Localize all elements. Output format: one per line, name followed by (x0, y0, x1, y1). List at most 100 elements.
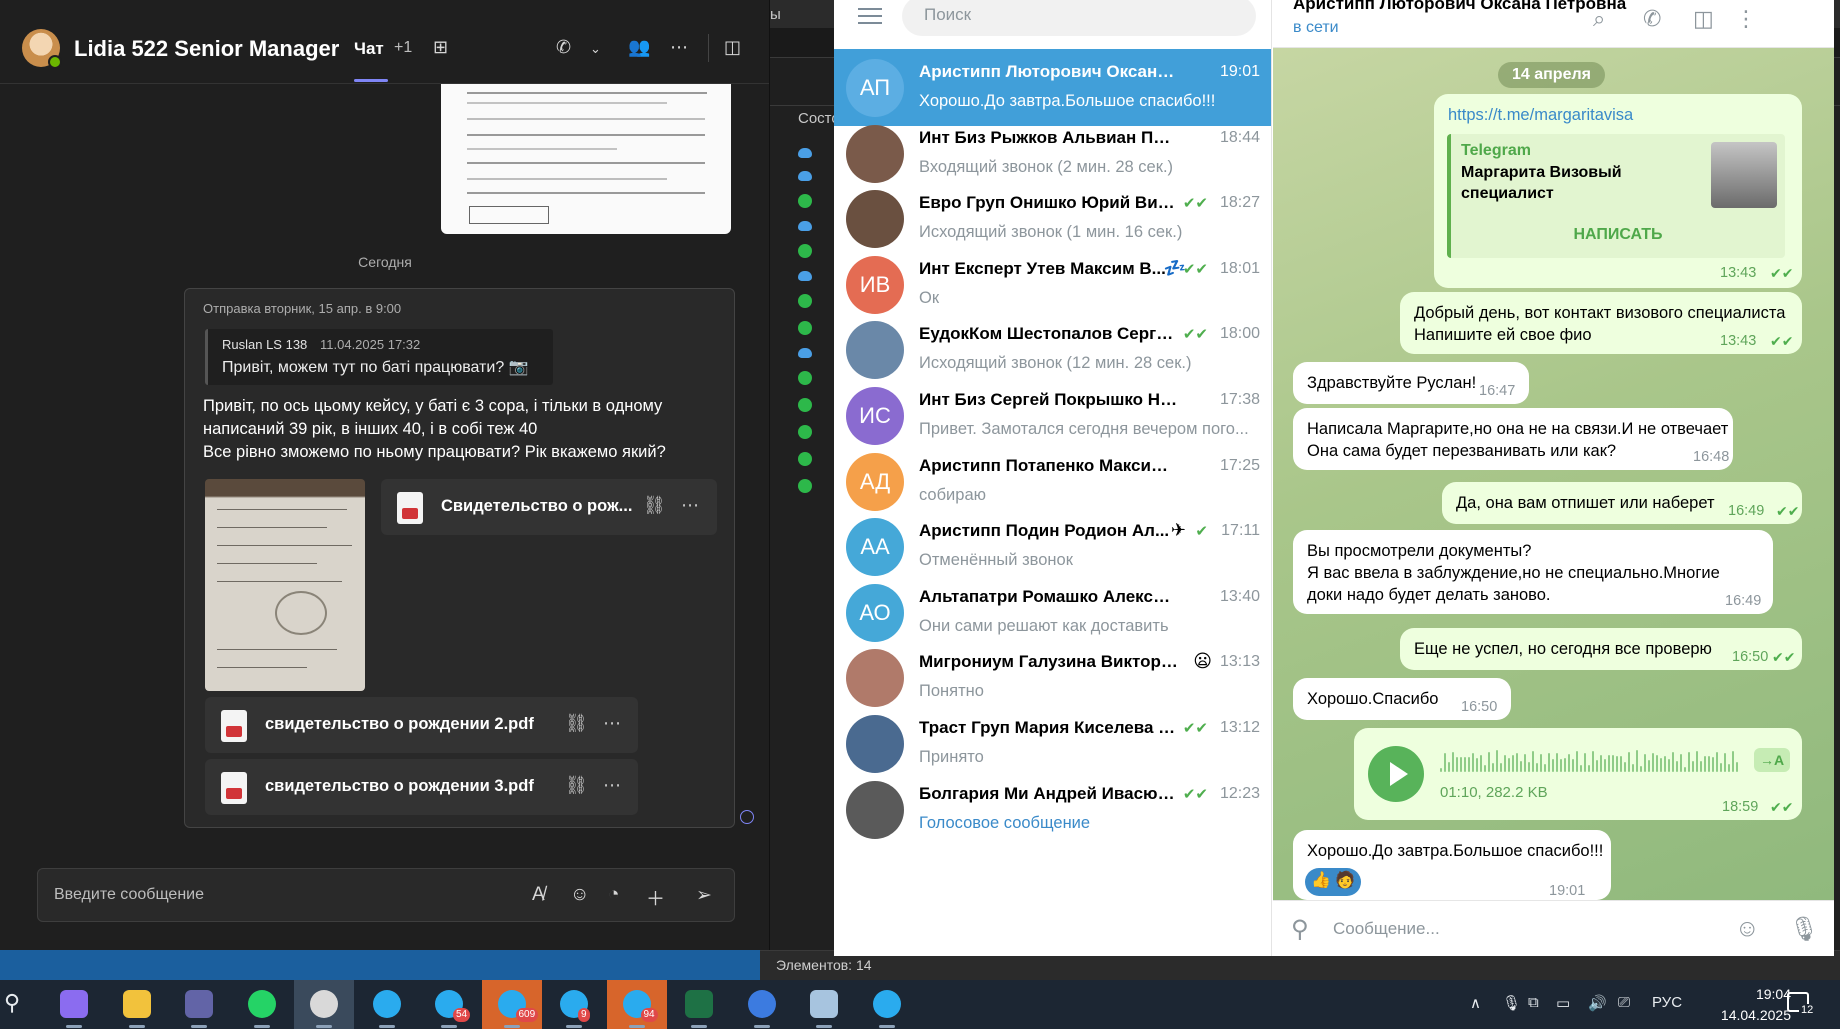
link-preview[interactable]: Telegram Маргарита Визовый специалист НА… (1447, 134, 1785, 258)
more-options-icon[interactable]: ⋮ (1735, 6, 1757, 32)
avatar: АА (846, 518, 904, 577)
play-icon[interactable] (1368, 746, 1424, 802)
message-composer[interactable]: Введите сообщение A̸ ☺ ◔ ＋ ➢ (37, 868, 735, 922)
message-composer[interactable]: ⚲ Сообщение... ☺ 🎙 (1273, 900, 1834, 956)
notifications-icon[interactable]: 12 (1787, 992, 1816, 1016)
chat-time: 19:01 (1219, 63, 1260, 80)
taskbar-app-telegram-4[interactable]: 9 (544, 980, 604, 1029)
sidebar-toggle-icon[interactable]: ◫ (1693, 6, 1714, 32)
taskbar-app-notes[interactable] (794, 980, 854, 1029)
running-indicator (628, 1025, 645, 1028)
message-outgoing[interactable]: Еще не успел, но сегодня все проверю 16:… (1400, 628, 1802, 670)
message-incoming[interactable]: Написала Маргарите,но она не на связи.И … (1293, 408, 1733, 470)
document-image-preview[interactable] (441, 84, 731, 234)
chat-title[interactable]: Lidia 522 Senior Manager (74, 36, 339, 62)
chat-list-item[interactable]: Болгария Ми Андрей Ивасюк (... ✔✔ 12:23 Гол… (834, 771, 1271, 848)
message-incoming[interactable]: Хорошо.Спасибо 16:50 (1293, 678, 1511, 720)
emoji-icon[interactable]: ☺ (570, 884, 589, 906)
copy-link-icon[interactable]: ⛓ (565, 775, 588, 796)
more-options-icon[interactable]: ⋯ (603, 713, 621, 734)
message-outgoing-link[interactable]: https://t.me/margaritavisa Telegram Марг… (1434, 94, 1802, 288)
more-options-icon[interactable]: ⋯ (603, 775, 621, 796)
pop-out-icon[interactable]: ◫ (724, 37, 741, 58)
contact-name[interactable]: Аристипп Люторович Оксана Петровна (1293, 0, 1626, 14)
write-button[interactable]: НАПИСАТЬ (1451, 224, 1785, 246)
message-reactions[interactable]: 👍 🧑 (1305, 868, 1361, 896)
conversation-header[interactable]: Аристипп Люторович Оксана Петровна в сет… (1273, 0, 1834, 48)
search-input[interactable]: Поиск (902, 0, 1256, 36)
quoted-reply[interactable]: Ruslan LS 138 11.04.2025 17:32 Привіт, м… (205, 329, 553, 385)
more-options-icon[interactable]: ⋯ (681, 495, 699, 516)
loop-icon[interactable]: ◔ (608, 884, 619, 906)
chevron-down-icon[interactable]: ⌄ (590, 41, 601, 57)
menu-icon[interactable] (858, 8, 882, 24)
taskbar-app-teams[interactable] (169, 980, 229, 1029)
excel-icon (685, 990, 713, 1018)
tab-more[interactable]: +1 (394, 39, 412, 57)
taskbar-app-telegram-3[interactable]: 609 (481, 980, 542, 1029)
attached-photo[interactable] (205, 479, 365, 691)
running-indicator (503, 1025, 520, 1028)
file-attachment[interactable]: свидетельство о рождении 3.pdf ⛓ ⋯ (205, 759, 638, 815)
call-icon[interactable]: ✆ (556, 37, 571, 58)
taskbar-app-whatsapp[interactable] (232, 980, 292, 1029)
taskbar-app-browser[interactable] (732, 980, 792, 1029)
taskbar-app-phone[interactable] (857, 980, 917, 1029)
taskbar-app-copilot[interactable] (44, 980, 104, 1029)
format-icon[interactable]: A̸ (532, 884, 545, 906)
system-clock[interactable]: 19:04 14.04.2025 (1715, 984, 1791, 1026)
network-icon[interactable]: ⎚ (1618, 994, 1630, 1011)
chat-name: Аристипп Люторович Оксана Петр... (919, 62, 1179, 81)
file-attachment[interactable]: Свидетельство о рож... ⛓ ⋯ (381, 479, 717, 535)
speech-to-text-button[interactable]: →A (1754, 748, 1790, 772)
taskbar-app-telegram[interactable] (357, 980, 417, 1029)
taskbar-app-telegram-5[interactable]: 94 (606, 980, 667, 1029)
teams-window: Lidia 522 Senior Manager Чат +1 ⊞ ✆ ⌄ 👥 … (0, 0, 770, 950)
search-icon[interactable]: ⌕ (1593, 6, 1605, 32)
message-incoming[interactable]: Вы просмотрели документы? Я вас ввела в … (1293, 530, 1773, 614)
add-tab-icon[interactable]: ⊞ (433, 37, 448, 58)
taskbar-app-file-explorer[interactable] (107, 980, 167, 1029)
read-ticks-icon: ✔✔ (1770, 799, 1794, 815)
file-attachment[interactable]: свидетельство о рождении 2.pdf ⛓ ⋯ (205, 697, 638, 753)
scheduled-message[interactable]: Отправка вторник, 15 апр. в 9:00 Ruslan … (184, 288, 735, 828)
chevron-up-icon[interactable]: ∧ (1470, 994, 1481, 1012)
message-time: 16:49 (1725, 593, 1762, 609)
voice-waveform[interactable] (1440, 750, 1742, 772)
attach-icon[interactable]: ⚲ (1291, 915, 1309, 944)
battery-icon[interactable]: ▭ (1556, 994, 1570, 1012)
microphone-icon[interactable]: 🎙 (1789, 915, 1819, 944)
read-ticks-icon: ✔✔ (1182, 785, 1208, 803)
chat-preview: Исходящий звонок (12 мин. 28 сек.) (919, 354, 1192, 373)
volume-icon[interactable]: 🔊 (1588, 994, 1607, 1012)
taskbar-app-chrome[interactable] (294, 980, 354, 1029)
copilot-icon (60, 990, 88, 1018)
remote-icon[interactable]: ⧉ (1528, 994, 1539, 1011)
message-outgoing[interactable]: Да, она вам отпишет или наберет 16:49 ✔✔ (1442, 482, 1802, 524)
add-icon[interactable]: ＋ (646, 884, 665, 911)
more-options-icon[interactable]: ⋯ (670, 37, 688, 58)
chat-preview: Они сами решают как доставить (919, 616, 1169, 635)
input-language[interactable]: РУС (1652, 994, 1682, 1011)
message-outgoing[interactable]: Добрый день, вот контакт визового специа… (1400, 292, 1802, 354)
copy-link-icon[interactable]: ⛓ (565, 713, 588, 734)
emoji-icon[interactable]: ☺ (1735, 915, 1760, 943)
chat-time: 17:11 (1221, 522, 1260, 540)
send-icon[interactable]: ➢ (696, 884, 712, 907)
message-link[interactable]: https://t.me/margaritavisa (1448, 104, 1633, 126)
call-icon[interactable]: ✆ (1643, 6, 1661, 32)
contact-status: в сети (1293, 19, 1339, 36)
taskbar-app-telegram-2[interactable]: 54 (419, 980, 479, 1029)
people-icon[interactable]: 👥 (628, 37, 650, 58)
message-incoming[interactable]: Хорошо.До завтра.Большое спасибо!!! 👍 🧑 … (1293, 830, 1611, 900)
copy-link-icon[interactable]: ⛓ (643, 495, 666, 516)
voice-message[interactable]: 01:10, 282.2 KB →A 18:59 ✔✔ (1354, 728, 1802, 820)
chat-list-panel: Поиск АП Аристипп Люторович Оксана Петр..… (834, 0, 1272, 956)
taskbar-app-excel[interactable] (669, 980, 729, 1029)
search-icon[interactable]: ⚲ (4, 990, 20, 1016)
microphone-icon[interactable]: 🎙 (1502, 994, 1521, 1012)
message-incoming[interactable]: Здравствуйте Руслан! 16:47 (1293, 362, 1529, 404)
avatar[interactable] (22, 29, 62, 69)
message-time: 16:47 (1479, 383, 1516, 399)
tab-chat[interactable]: Чат (354, 39, 388, 82)
